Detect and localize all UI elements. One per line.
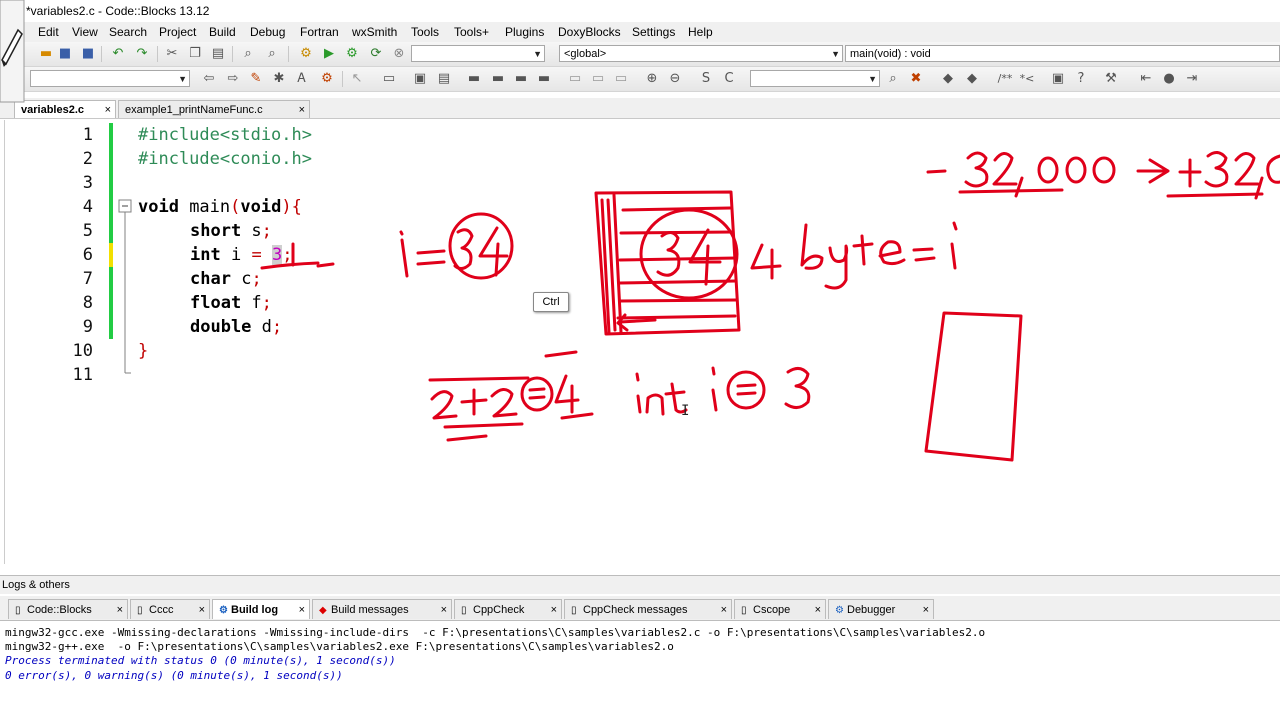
log-line: mingw32-gcc.exe -Wmissing-declarations -… bbox=[5, 626, 986, 639]
tab-build-messages[interactable]: ◆ Build messages × bbox=[312, 599, 452, 619]
ink-digit-0 bbox=[1266, 154, 1280, 184]
logs-panel-header: Logs & others bbox=[0, 575, 1280, 594]
build-log-output: mingw32-gcc.exe -Wmissing-declarations -… bbox=[0, 621, 1280, 720]
doc-icon: ▯ bbox=[571, 605, 577, 616]
close-icon[interactable]: × bbox=[721, 600, 727, 620]
ink-letter-e bbox=[878, 240, 906, 266]
ink-rectangle bbox=[924, 311, 1023, 462]
tab-build-log[interactable]: ⚙ Build log × bbox=[212, 599, 310, 619]
tab-debugger[interactable]: ⚙ Debugger × bbox=[828, 599, 934, 619]
tab-cscope[interactable]: ▯ Cscope × bbox=[734, 599, 826, 619]
gear-icon: ⚙ bbox=[835, 605, 844, 616]
tab-cccc[interactable]: ▯ Cccc × bbox=[130, 599, 210, 619]
close-icon[interactable]: × bbox=[815, 600, 821, 620]
pen-tool-icon[interactable] bbox=[0, 0, 26, 104]
ink-underline bbox=[958, 188, 1064, 194]
doc-icon: ▯ bbox=[137, 605, 143, 616]
ink-underline bbox=[260, 261, 320, 270]
log-summary-line: 0 error(s), 0 warning(s) (0 minute(s), 1… bbox=[5, 669, 343, 682]
ink-circle bbox=[520, 376, 554, 412]
ink-circle bbox=[639, 208, 739, 300]
log-status-line: Process terminated with status 0 (0 minu… bbox=[5, 654, 396, 667]
ink-digit-3 bbox=[964, 151, 989, 188]
tab-label: Debugger bbox=[847, 604, 896, 616]
ink-overline bbox=[544, 350, 578, 358]
tab-label: Cccc bbox=[149, 604, 174, 616]
ink-letter-i bbox=[635, 372, 642, 414]
close-icon[interactable]: × bbox=[299, 600, 305, 620]
ink-letter-t bbox=[852, 234, 874, 266]
text-cursor-icon: I bbox=[681, 403, 690, 419]
close-icon[interactable]: × bbox=[551, 600, 557, 620]
ink-equals bbox=[416, 249, 446, 266]
tab-label: Build messages bbox=[331, 604, 409, 616]
tab-codeblocks-log[interactable]: ▯ Code::Blocks × bbox=[8, 599, 128, 619]
ink-digit-0 bbox=[1037, 156, 1059, 184]
ink-digit-0 bbox=[1092, 156, 1116, 184]
log-line: mingw32-g++.exe -o F:\presentations\C\sa… bbox=[5, 640, 674, 653]
ink-digit-2 bbox=[992, 152, 1018, 186]
ink-digit-0 bbox=[1065, 156, 1087, 184]
tab-label: CppCheck bbox=[473, 604, 525, 616]
keyboard-tooltip: Ctrl bbox=[533, 292, 569, 312]
close-icon[interactable]: × bbox=[923, 600, 929, 620]
ink-letter-b bbox=[800, 223, 824, 270]
gear-icon: ⚙ bbox=[219, 605, 228, 616]
ink-equals bbox=[736, 383, 757, 396]
ink-underline bbox=[443, 422, 524, 442]
tab-label: Cscope bbox=[753, 604, 791, 616]
logs-panel-title: Logs & others bbox=[2, 579, 70, 591]
ink-digit-2 bbox=[490, 388, 518, 418]
ink-letter-n bbox=[645, 393, 665, 416]
ink-digit-3 bbox=[453, 228, 474, 271]
ink-overline bbox=[428, 376, 530, 382]
ink-underline bbox=[1166, 192, 1264, 198]
pin-icon: ◆ bbox=[319, 605, 327, 616]
close-icon[interactable]: × bbox=[199, 600, 205, 620]
ink-stroke bbox=[316, 262, 335, 268]
close-icon[interactable]: × bbox=[441, 600, 447, 620]
ink-plus bbox=[460, 388, 488, 416]
ink-letter-i bbox=[711, 366, 718, 412]
ink-digit-2 bbox=[1234, 152, 1260, 186]
ink-letter-y bbox=[824, 244, 849, 290]
doc-icon: ▯ bbox=[741, 605, 747, 616]
ink-digit-3 bbox=[784, 367, 811, 409]
ink-comma bbox=[1014, 176, 1024, 198]
ink-letter-i bbox=[950, 221, 958, 270]
tab-label: CppCheck messages bbox=[583, 604, 688, 616]
log-tab-strip: ▯ Code::Blocks × ▯ Cccc × ⚙ Build log × ◆ Build… bbox=[0, 596, 1280, 621]
ink-circle bbox=[726, 370, 766, 410]
ink-digit-3 bbox=[656, 231, 681, 277]
ink-digit-2 bbox=[430, 390, 458, 420]
tab-cppcheck-messages[interactable]: ▯ CppCheck messages × bbox=[564, 599, 732, 619]
ink-underline bbox=[560, 412, 594, 420]
doc-icon: ▯ bbox=[15, 605, 21, 616]
ink-arrow bbox=[1136, 158, 1170, 184]
ink-digit-4 bbox=[750, 243, 782, 280]
ink-equals bbox=[912, 247, 936, 262]
tab-label: Code::Blocks bbox=[27, 604, 92, 616]
ink-minus bbox=[926, 169, 947, 174]
ink-digit-4 bbox=[554, 374, 580, 414]
ink-equals bbox=[528, 387, 546, 400]
tab-cppcheck[interactable]: ▯ CppCheck × bbox=[454, 599, 562, 619]
ink-digit-3 bbox=[1204, 151, 1229, 188]
close-icon[interactable]: × bbox=[117, 600, 123, 620]
ink-plus bbox=[1178, 158, 1202, 188]
ink-letter-i bbox=[399, 230, 409, 278]
tab-label: Build log bbox=[231, 604, 279, 616]
doc-icon: ▯ bbox=[461, 605, 467, 616]
